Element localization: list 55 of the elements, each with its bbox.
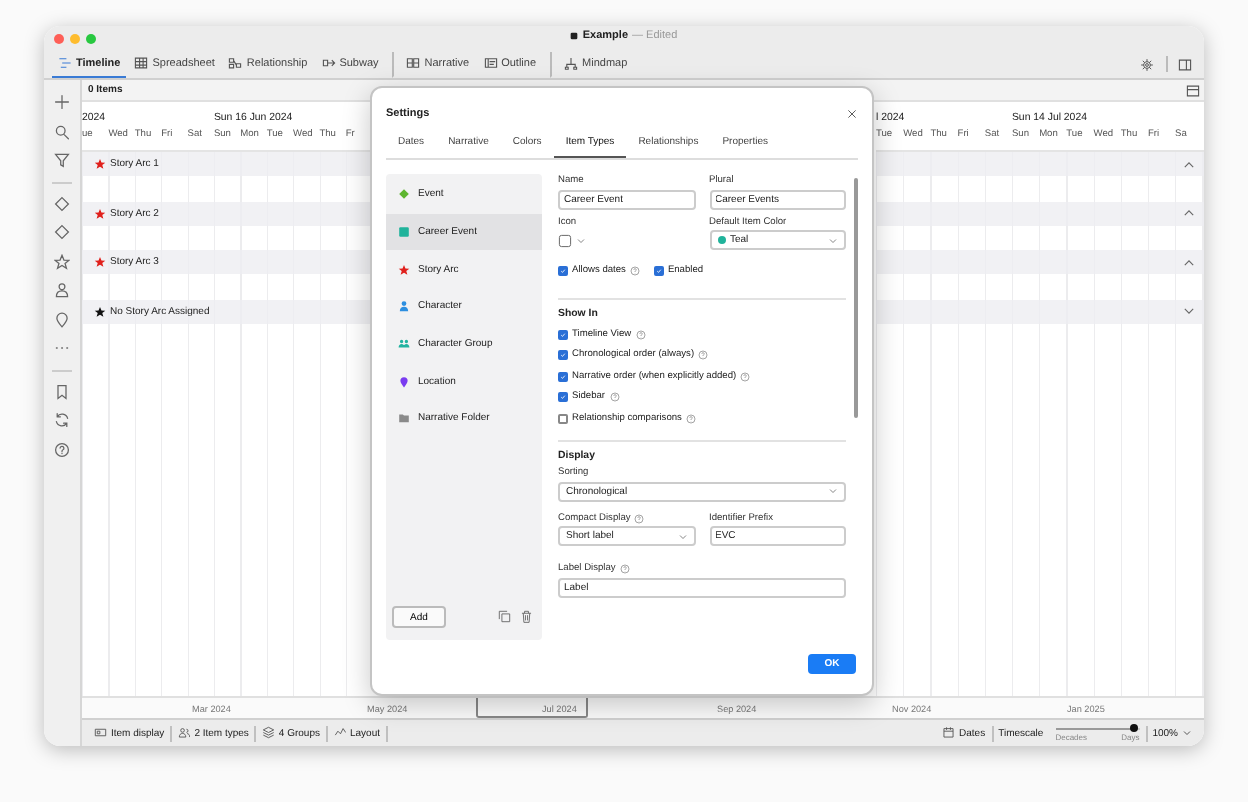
- filter-icon[interactable]: [54, 152, 70, 168]
- bars-icon: [58, 56, 72, 70]
- collapse-caret-icon[interactable]: [1182, 304, 1196, 318]
- checkbox[interactable]: [558, 413, 568, 424]
- sidebar-toggle-icon[interactable]: [1178, 57, 1192, 71]
- search-icon[interactable]: [54, 123, 70, 139]
- track-icon: [321, 56, 336, 70]
- checkbox[interactable]: [558, 371, 568, 382]
- trash-icon[interactable]: [519, 610, 532, 624]
- close-window-button[interactable]: [54, 33, 64, 43]
- square-icon: [558, 233, 572, 247]
- refresh-icon[interactable]: [54, 412, 70, 428]
- collapse-caret-icon[interactable]: [1182, 157, 1196, 171]
- help-icon[interactable]: [609, 392, 620, 403]
- bookmark-icon[interactable]: [54, 383, 70, 399]
- grid-icon: [134, 56, 149, 70]
- display-icon: [94, 726, 107, 740]
- checkbox[interactable]: [558, 265, 568, 276]
- scrollbar-thumb[interactable]: [854, 178, 858, 418]
- collapse-caret-icon[interactable]: [1182, 255, 1196, 269]
- chevron-icon: [677, 531, 687, 541]
- help-icon[interactable]: [698, 350, 709, 361]
- plus-icon[interactable]: [54, 94, 70, 110]
- help-icon[interactable]: [740, 371, 751, 382]
- duplicate-icon[interactable]: [498, 610, 511, 624]
- settings-icon[interactable]: [1139, 57, 1153, 71]
- chevron-icon: [828, 486, 838, 496]
- star-icon[interactable]: [54, 253, 70, 269]
- wave-icon: [333, 726, 346, 740]
- tree-icon: [564, 56, 579, 70]
- help-icon[interactable]: [685, 413, 696, 424]
- help-icon[interactable]: [619, 564, 630, 575]
- nodes-icon: [228, 56, 243, 70]
- chevron-icon: [576, 235, 586, 245]
- close-icon[interactable]: [846, 107, 858, 119]
- columns-icon: [406, 56, 421, 70]
- chevron-icon: [828, 235, 838, 245]
- collapse-caret-icon[interactable]: [1182, 206, 1196, 220]
- calendar-icon: [942, 726, 956, 740]
- checkbox[interactable]: [558, 329, 568, 340]
- checkbox[interactable]: [558, 350, 568, 361]
- panel-icon[interactable]: [1186, 83, 1200, 97]
- chevron-icon: [1182, 728, 1192, 738]
- checkbox[interactable]: [558, 392, 568, 403]
- help-icon[interactable]: [629, 265, 640, 276]
- help-icon[interactable]: [54, 441, 70, 457]
- outline-icon: [483, 56, 498, 70]
- person-icon[interactable]: [54, 282, 70, 298]
- checkbox[interactable]: [653, 265, 664, 276]
- pin-icon[interactable]: [54, 311, 70, 327]
- document-icon: [570, 32, 579, 40]
- layers-icon: [261, 726, 275, 740]
- help-icon[interactable]: [634, 513, 645, 524]
- help-icon[interactable]: [635, 329, 646, 340]
- people-icon: [177, 726, 191, 740]
